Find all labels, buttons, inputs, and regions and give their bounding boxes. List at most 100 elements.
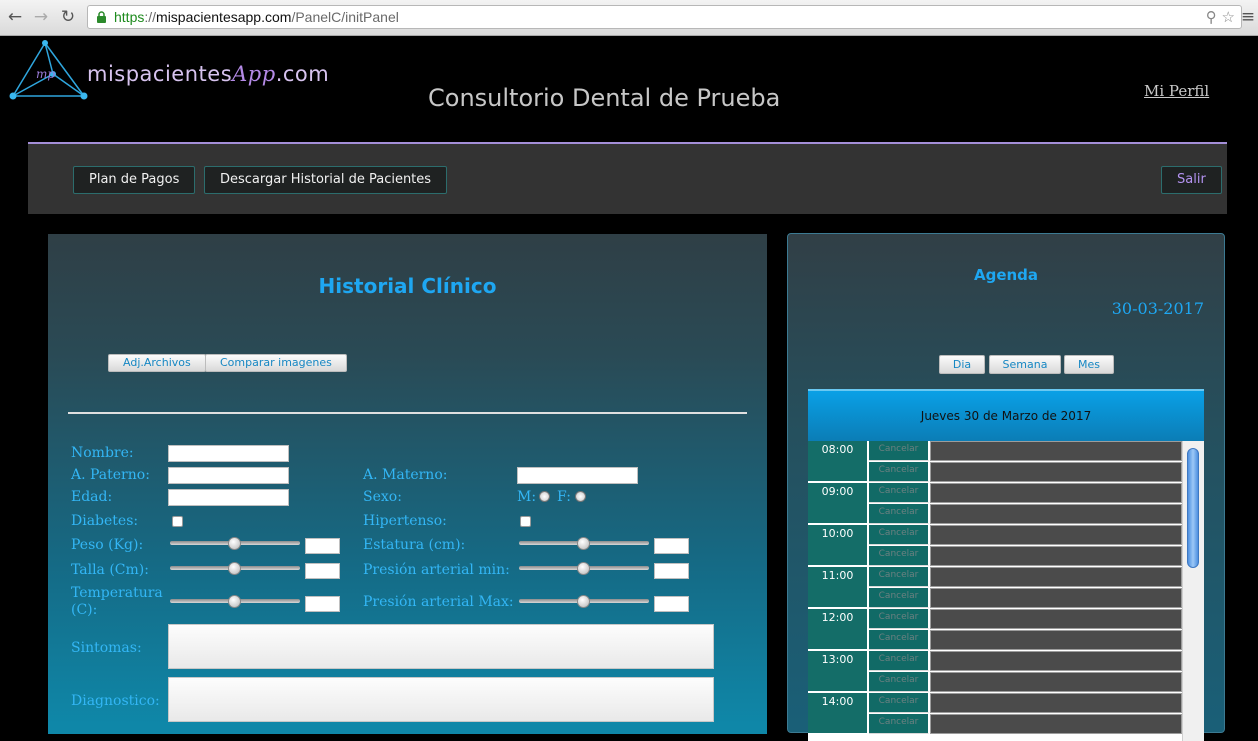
cancel-button[interactable]: Cancelar — [869, 714, 929, 734]
comparar-imagenes-tab[interactable]: Comparar imagenes — [205, 354, 347, 372]
appointment-slot[interactable] — [930, 693, 1182, 713]
appointment-slot[interactable] — [930, 525, 1182, 545]
estatura-slider[interactable] — [519, 537, 649, 550]
appointment-slot[interactable] — [930, 462, 1182, 482]
address-bar[interactable]: https://mispacientesapp.com/PanelC/initP… — [87, 5, 1242, 29]
cancel-button[interactable]: Cancelar — [869, 588, 929, 608]
presion-max-slider[interactable] — [519, 595, 649, 608]
agenda-panel: Agenda 30-03-2017 Dia Semana Mes Jueves … — [787, 233, 1225, 741]
appointment-slot[interactable] — [930, 441, 1182, 461]
cancel-button[interactable]: Cancelar — [869, 693, 929, 713]
main-toolbar: Plan de Pagos Descargar Historial de Pac… — [28, 142, 1227, 214]
presion-max-value-input[interactable] — [654, 596, 689, 612]
estatura-value-input[interactable] — [654, 538, 689, 554]
presion-min-slider[interactable] — [519, 562, 649, 575]
reload-icon[interactable]: ↻ — [57, 6, 79, 28]
view-semana-button[interactable]: Semana — [989, 355, 1061, 374]
back-arrow-icon[interactable]: ← — [4, 6, 26, 28]
browser-toolbar: ← → ↻ https://mispacientesapp.com/PanelC… — [0, 0, 1258, 36]
hour-row: 12:00 Cancelar Cancelar — [808, 609, 1182, 651]
estatura-slider-thumb[interactable] — [577, 537, 590, 550]
calendar-scrollbar-thumb[interactable] — [1187, 448, 1199, 568]
logo-text: mispacientesApp.com — [87, 62, 329, 86]
sexo-m-radio[interactable] — [539, 491, 550, 502]
peso-value-input[interactable] — [305, 538, 340, 554]
presion-max-label: Presión arterial Max: — [363, 594, 514, 610]
agenda-title: Agenda — [973, 266, 1039, 284]
presion-min-label: Presión arterial min: — [363, 562, 510, 578]
hour-row: 10:00 Cancelar Cancelar — [808, 525, 1182, 567]
view-dia-button[interactable]: Dia — [939, 355, 985, 374]
talla-slider-thumb[interactable] — [228, 562, 241, 575]
sexo-label: Sexo: — [363, 489, 402, 505]
sexo-f-label: F: — [557, 489, 571, 505]
hour-label: 08:00 — [808, 441, 868, 482]
cancel-button[interactable]: Cancelar — [869, 462, 929, 482]
temperatura-slider[interactable] — [170, 595, 300, 608]
presion-max-slider-thumb[interactable] — [577, 595, 590, 608]
appointment-slot[interactable] — [930, 567, 1182, 587]
hour-label: 09:00 — [808, 483, 868, 524]
talla-slider[interactable] — [170, 562, 300, 575]
salir-button[interactable]: Salir — [1161, 166, 1222, 194]
diabetes-checkbox[interactable] — [172, 516, 183, 527]
appointment-slot[interactable] — [930, 504, 1182, 524]
appointment-slot[interactable] — [930, 609, 1182, 629]
appointment-slot[interactable] — [930, 714, 1182, 734]
forward-arrow-icon[interactable]: → — [30, 6, 52, 28]
peso-slider-thumb[interactable] — [228, 537, 241, 550]
sintomas-label: Sintomas: — [71, 640, 142, 656]
calendar-scrollbar[interactable] — [1182, 441, 1204, 741]
descargar-historial-button[interactable]: Descargar Historial de Pacientes — [204, 166, 448, 194]
bookmark-star-icon[interactable]: ☆ — [1222, 8, 1235, 26]
talla-value-input[interactable] — [305, 563, 340, 579]
hour-label: 10:00 — [808, 525, 868, 566]
appointment-slot[interactable] — [930, 483, 1182, 503]
cancel-button[interactable]: Cancelar — [869, 483, 929, 503]
appointment-slot[interactable] — [930, 588, 1182, 608]
estatura-label: Estatura (cm): — [363, 537, 466, 553]
temperatura-label-line1: Temperatura — [71, 585, 163, 601]
peso-slider[interactable] — [170, 537, 300, 550]
url-path: /PanelC/initPanel — [291, 9, 399, 25]
cancel-button[interactable]: Cancelar — [869, 672, 929, 692]
nombre-input[interactable] — [168, 445, 289, 462]
view-mes-button[interactable]: Mes — [1064, 355, 1114, 374]
hipertenso-label: Hipertenso: — [363, 513, 447, 529]
key-icon[interactable]: ⚲ — [1206, 8, 1217, 26]
profile-link[interactable]: Mi Perfil — [1144, 82, 1209, 100]
appointment-slot[interactable] — [930, 672, 1182, 692]
presion-min-slider-thumb[interactable] — [577, 562, 590, 575]
hipertenso-checkbox[interactable] — [520, 516, 531, 527]
sintomas-textarea[interactable] — [168, 624, 714, 669]
cancel-button[interactable]: Cancelar — [869, 441, 929, 461]
hour-row: 08:00 Cancelar Cancelar — [808, 441, 1182, 483]
appointment-slot[interactable] — [930, 651, 1182, 671]
menu-icon[interactable]: ≡ — [1240, 6, 1256, 28]
cancel-button[interactable]: Cancelar — [869, 609, 929, 629]
presion-min-value-input[interactable] — [654, 563, 689, 579]
adjuntar-archivos-tab[interactable]: Adj.Archivos — [108, 354, 206, 372]
sexo-f-radio[interactable] — [575, 491, 586, 502]
talla-label: Talla (Cm): — [71, 562, 149, 578]
a-paterno-input[interactable] — [168, 467, 289, 484]
cancel-button[interactable]: Cancelar — [869, 504, 929, 524]
cancel-button[interactable]: Cancelar — [869, 525, 929, 545]
hour-label: 11:00 — [808, 567, 868, 608]
hour-row: 11:00 Cancelar Cancelar — [808, 567, 1182, 609]
hour-row: 13:00 Cancelar Cancelar — [808, 651, 1182, 693]
temperatura-value-input[interactable] — [305, 596, 340, 612]
diagnostico-textarea[interactable] — [168, 677, 714, 722]
site-title: Consultorio Dental de Prueba — [428, 84, 781, 112]
edad-input[interactable] — [168, 489, 289, 506]
appointment-slot[interactable] — [930, 546, 1182, 566]
a-materno-input[interactable] — [517, 467, 638, 484]
cancel-button[interactable]: Cancelar — [869, 546, 929, 566]
temperatura-slider-thumb[interactable] — [228, 595, 241, 608]
cancel-button[interactable]: Cancelar — [869, 630, 929, 650]
plan-pagos-button[interactable]: Plan de Pagos — [73, 166, 196, 194]
cancel-button[interactable]: Cancelar — [869, 651, 929, 671]
appointment-slot[interactable] — [930, 630, 1182, 650]
cancel-button[interactable]: Cancelar — [869, 567, 929, 587]
url-host: mispacientesapp.com — [156, 9, 292, 25]
